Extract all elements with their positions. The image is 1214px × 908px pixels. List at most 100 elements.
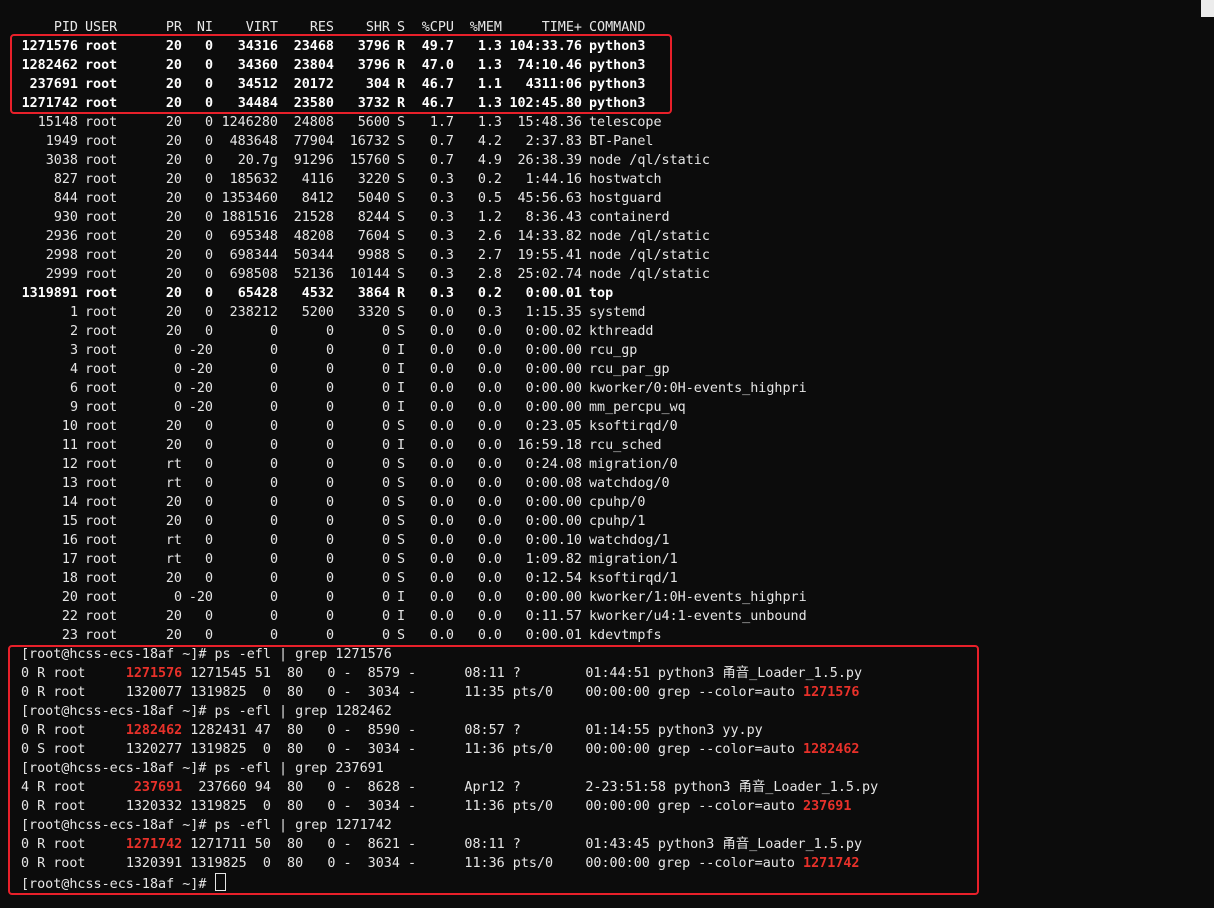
cell-mem: 0.0	[477, 362, 502, 377]
cell-pid: 23	[61, 628, 78, 643]
process-row: 20 root 0 -20 0 0 0 I 0.0 0.0 0:00.00 kworker/1:0H-…	[0, 588, 1214, 607]
cell-command: systemd	[589, 305, 646, 320]
cell-s: S	[397, 514, 406, 529]
cell-time: 0:00.08	[525, 476, 582, 491]
cell-virt: 0	[269, 362, 278, 377]
cell-res: 21528	[293, 210, 334, 225]
cell-s: S	[397, 419, 406, 434]
cell-res: 52136	[293, 267, 334, 282]
cell-res: 4532	[301, 286, 334, 301]
cell-virt: 0	[269, 628, 278, 643]
cell-ni: 0	[204, 286, 213, 301]
cell-pid: 827	[53, 172, 78, 187]
cell-pr: rt	[165, 457, 182, 472]
cell-command: kworker/u4:1-events_unbound	[589, 609, 807, 624]
cell-command: rcu_sched	[589, 438, 662, 453]
cell-user: root	[85, 552, 118, 567]
cell-mem: 0.0	[477, 628, 502, 643]
cell-s: S	[397, 552, 406, 567]
annotation-box-top	[10, 34, 672, 114]
cell-pr: 20	[165, 628, 182, 643]
cell-time: 0:23.05	[525, 419, 582, 434]
cell-mem: 0.5	[477, 191, 502, 206]
cell-s: I	[397, 438, 406, 453]
cell-virt: 20.7g	[237, 153, 278, 168]
cell-ni: 0	[204, 495, 213, 510]
cell-mem: 0.0	[477, 609, 502, 624]
cell-pid: 4	[69, 362, 78, 377]
cell-pr: 20	[165, 495, 182, 510]
cell-ni: 0	[204, 210, 213, 225]
cell-cpu: 0.0	[429, 514, 454, 529]
cell-shr: 8244	[357, 210, 390, 225]
cell-time: 8:36.43	[525, 210, 582, 225]
process-row: 23 root 20 0 0 0 0 S 0.0 0.0 0:00.01 kdevtmpfs	[0, 626, 1214, 645]
cell-pr: 0	[173, 381, 182, 396]
cell-pid: 6	[69, 381, 78, 396]
cell-pr: 20	[165, 115, 182, 130]
process-row: 17 root rt 0 0 0 0 S 0.0 0.0 1:09.82 migration/1	[0, 550, 1214, 569]
process-row: 1 root 20 0 238212 5200 3320 S 0.0 0.3 1:15.35 syst…	[0, 303, 1214, 322]
cell-pr: 20	[165, 134, 182, 149]
cell-virt: 185632	[229, 172, 278, 187]
cell-mem: 0.0	[477, 457, 502, 472]
cell-mem: 0.0	[477, 590, 502, 605]
cell-shr: 16732	[349, 134, 390, 149]
cell-pid: 2999	[45, 267, 78, 282]
cell-user: root	[85, 172, 118, 187]
process-row: 1319891 root 20 0 65428 4532 3864 R 0.3 0.2 0:00.0…	[0, 284, 1214, 303]
process-row: 1949 root 20 0 483648 77904 16732 S 0.7 4.2 2:37.8…	[0, 132, 1214, 151]
cell-s: S	[397, 248, 406, 263]
cell-time: 0:11.57	[525, 609, 582, 624]
cell-s: S	[397, 115, 406, 130]
cell-time: 14:33.82	[517, 229, 583, 244]
cell-virt: 0	[269, 590, 278, 605]
cell-s: S	[397, 495, 406, 510]
cell-time: 0:24.08	[525, 457, 582, 472]
cell-cpu: 0.0	[429, 419, 454, 434]
cell-shr: 5040	[357, 191, 390, 206]
cell-cpu: 0.3	[429, 210, 454, 225]
cell-mem: 0.0	[477, 514, 502, 529]
cell-s: I	[397, 362, 406, 377]
cell-time: 1:09.82	[525, 552, 582, 567]
terminal-window[interactable]: PID USER PR NI VIRT RES SHR S %CPU %MEM …	[0, 0, 1214, 908]
cell-cpu: 0.7	[429, 153, 454, 168]
cell-pr: 0	[173, 362, 182, 377]
cell-res: 0	[325, 457, 334, 472]
cell-mem: 0.0	[477, 381, 502, 396]
cell-s: S	[397, 153, 406, 168]
cell-user: root	[85, 419, 118, 434]
cell-virt: 0	[269, 457, 278, 472]
cell-user: root	[85, 343, 118, 358]
cell-res: 0	[325, 533, 334, 548]
cell-pr: rt	[165, 533, 182, 548]
cell-time: 26:38.39	[517, 153, 583, 168]
cell-pr: 20	[165, 609, 182, 624]
cell-virt: 698508	[229, 267, 278, 282]
cell-pid: 2	[69, 324, 78, 339]
cell-virt: 698344	[229, 248, 278, 263]
cell-cpu: 0.3	[429, 229, 454, 244]
cell-ni: 0	[204, 229, 213, 244]
cell-command: hostwatch	[589, 172, 662, 187]
cell-pid: 844	[53, 191, 78, 206]
cell-time: 0:00.10	[525, 533, 582, 548]
cell-user: root	[85, 457, 118, 472]
cell-cpu: 0.0	[429, 552, 454, 567]
process-row: 22 root 20 0 0 0 0 I 0.0 0.0 0:11.57 kworker/u4:1-e…	[0, 607, 1214, 626]
cell-mem: 4.2	[477, 134, 502, 149]
cell-mem: 1.3	[477, 115, 502, 130]
cell-time: 0:00.00	[525, 343, 582, 358]
cell-mem: 0.2	[477, 286, 502, 301]
cell-shr: 0	[381, 590, 390, 605]
cell-ni: 0	[204, 324, 213, 339]
process-row: 15 root 20 0 0 0 0 S 0.0 0.0 0:00.00 cpuhp/1	[0, 512, 1214, 531]
cell-res: 48208	[293, 229, 334, 244]
cell-pid: 13	[61, 476, 78, 491]
cell-res: 50344	[293, 248, 334, 263]
cell-ni: 0	[204, 305, 213, 320]
cell-cpu: 0.3	[429, 267, 454, 282]
cell-pid: 2998	[45, 248, 78, 263]
cell-ni: 0	[204, 419, 213, 434]
